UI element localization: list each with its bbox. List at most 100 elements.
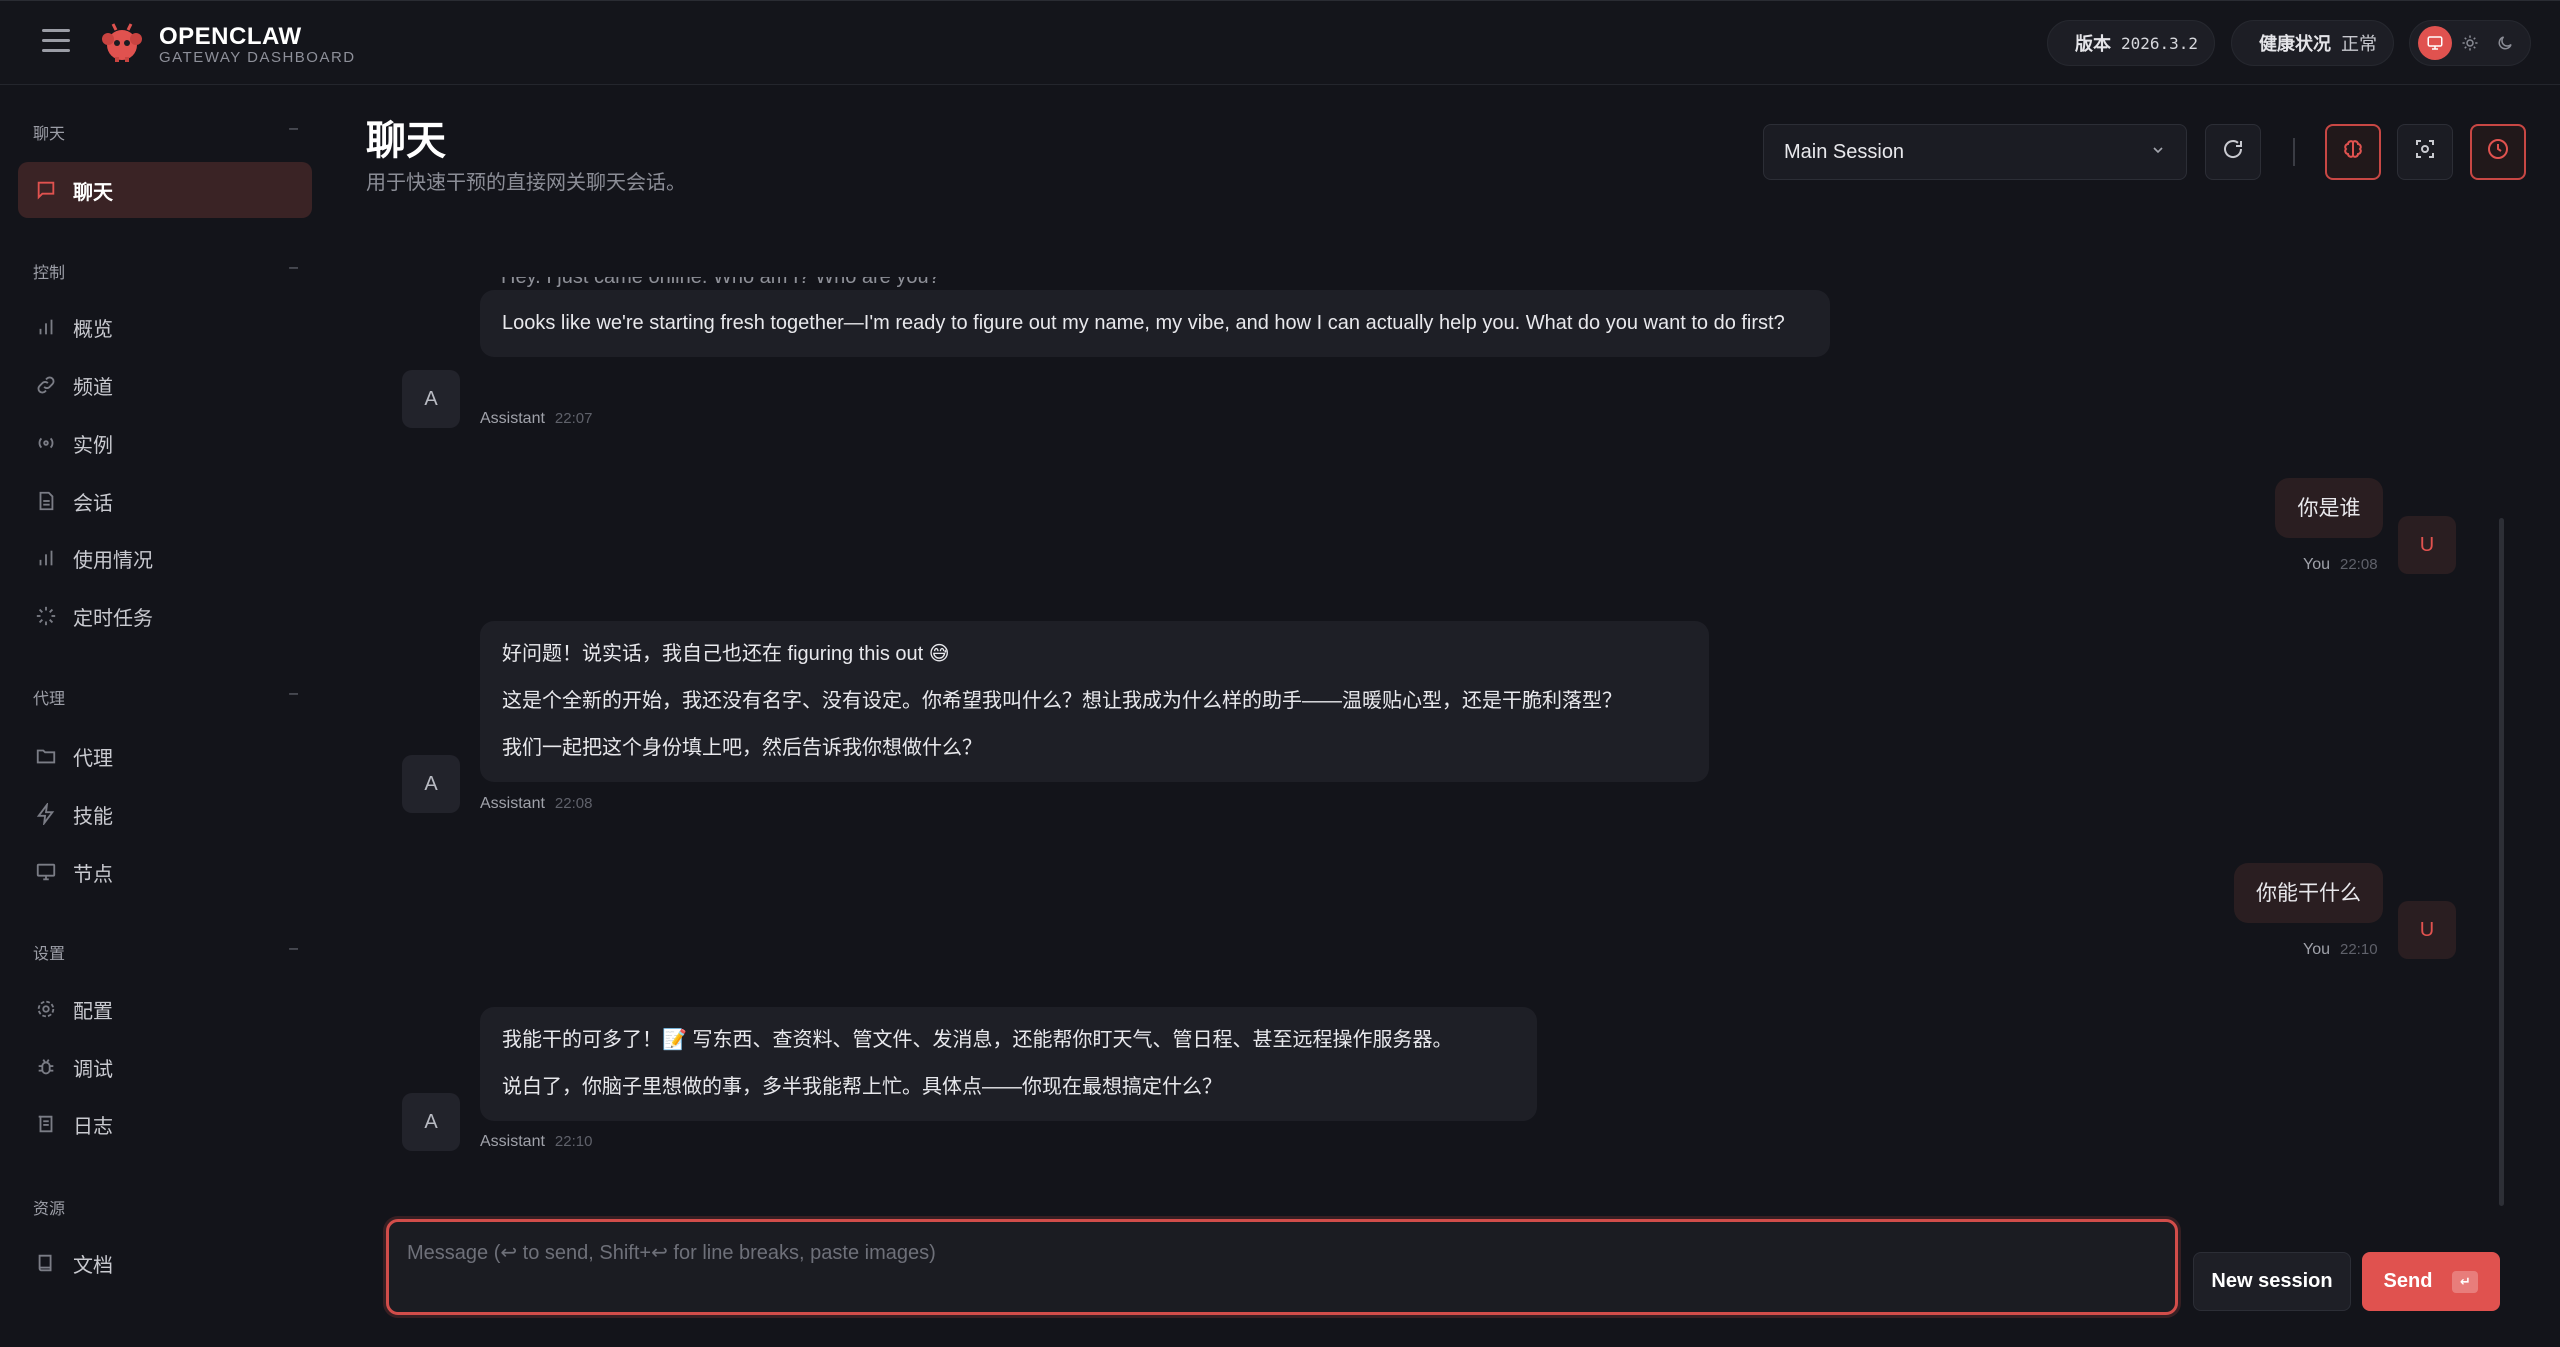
partial-message-text: Hey. I just came online. Who am I? Who a…: [501, 277, 940, 288]
message-paragraph: 我们一起把这个身份填上吧，然后告诉我你想做什么？: [502, 737, 982, 759]
zap-icon: [35, 803, 57, 825]
sidebar-item-cron[interactable]: 定时任务: [18, 588, 312, 644]
refresh-icon: [2221, 137, 2245, 167]
assistant-avatar: A: [402, 755, 460, 813]
version-value: 2026.3.2: [2121, 33, 2199, 53]
send-button[interactable]: Send ↵: [2362, 1252, 2500, 1311]
sidebar-item-usage[interactable]: 使用情况: [18, 530, 312, 586]
monitor-icon: [35, 861, 57, 883]
bug-icon: [35, 1056, 57, 1078]
folder-icon: [35, 745, 57, 767]
message-paragraph: 好问题！说实话，我自己也还在 figuring this out 😅: [502, 643, 950, 665]
sidebar-item-label: 技能: [73, 805, 113, 828]
sidebar-item-agents[interactable]: 代理: [18, 728, 312, 784]
sidebar-item-chat[interactable]: 聊天: [18, 162, 312, 218]
session-select-value: Main Session: [1784, 140, 1905, 163]
partial-user-message: Hey. I just came online. Who am I? Who a…: [501, 277, 940, 291]
sidebar-item-label: 文档: [73, 1254, 113, 1277]
sidebar-item-nodes[interactable]: 节点: [18, 844, 312, 900]
sidebar-item-instances[interactable]: 实例: [18, 415, 312, 471]
message-time: 22:10: [554, 1133, 593, 1150]
message-composer: [386, 1219, 2178, 1315]
sidebar-item-skills[interactable]: 技能: [18, 786, 312, 842]
toolbar-divider: [2293, 138, 2295, 166]
file-icon: [35, 490, 57, 512]
refresh-button[interactable]: [2205, 124, 2261, 180]
sidebar-section-resources: 资源: [33, 1195, 298, 1219]
collapse-icon[interactable]: –: [289, 259, 298, 283]
bar-chart-icon: [35, 316, 57, 338]
app-title: OPENCLAW: [159, 23, 302, 50]
focus-mode-button[interactable]: [2397, 124, 2453, 180]
loader-icon: [35, 605, 57, 627]
message-paragraph: Looks like we're starting fresh together…: [502, 312, 1785, 334]
sidebar-item-label: 频道: [73, 376, 113, 399]
sidebar-item-overview[interactable]: 概览: [18, 299, 312, 355]
page-subtitle: 用于快速干预的直接网关聊天会话。: [366, 172, 686, 194]
sidebar-item-debug[interactable]: 调试: [18, 1039, 312, 1095]
section-title: 资源: [33, 1201, 66, 1218]
sidebar-item-logs[interactable]: 日志: [18, 1096, 312, 1152]
message-sender: Assistant: [480, 1133, 545, 1150]
message-meta: You 22:08: [2303, 556, 2378, 574]
collapse-icon[interactable]: –: [289, 120, 298, 144]
menu-icon[interactable]: [42, 29, 70, 55]
sidebar-section-chat[interactable]: 聊天 –: [33, 120, 298, 144]
section-title: 控制: [33, 265, 66, 282]
collapse-icon[interactable]: –: [289, 940, 298, 964]
message-sender: Assistant: [480, 410, 545, 427]
sidebar-item-label: 节点: [73, 863, 113, 886]
moon-icon[interactable]: [2488, 26, 2522, 60]
section-title: 聊天: [33, 126, 66, 143]
sidebar-item-label: 概览: [73, 318, 113, 341]
scroll-icon: [35, 1113, 57, 1135]
new-session-button[interactable]: New session: [2193, 1252, 2351, 1311]
message-time: 22:08: [2340, 556, 2378, 573]
message-meta: Assistant 22:07: [480, 410, 592, 428]
message-time: 22:10: [2340, 941, 2378, 958]
user-avatar: U: [2398, 516, 2456, 574]
sidebar-item-config[interactable]: 配置: [18, 981, 312, 1037]
send-label: Send: [2383, 1270, 2433, 1292]
assistant-avatar: A: [402, 370, 460, 428]
session-select[interactable]: Main Session: [1763, 124, 2187, 180]
section-title: 设置: [33, 946, 66, 963]
bar-chart-icon: [35, 547, 57, 569]
sun-icon[interactable]: [2453, 26, 2487, 60]
message-input[interactable]: [389, 1222, 2175, 1312]
user-message: 你能干什么: [2234, 863, 2383, 923]
collapse-icon[interactable]: –: [289, 685, 298, 709]
sidebar-item-label: 日志: [73, 1115, 113, 1138]
message-meta: Assistant 22:10: [480, 1133, 592, 1151]
message-paragraph: 说白了，你脑子里想做的事，多半我能帮上忙。具体点——你现在最想搞定什么？: [502, 1076, 1222, 1098]
message-meta: Assistant 22:08: [480, 795, 592, 813]
version-label: 版本: [2075, 34, 2111, 54]
top-bar: OPENCLAW GATEWAY DASHBOARD 版本 2026.3.2 健…: [0, 0, 2560, 85]
sidebar-item-label: 配置: [73, 1000, 113, 1023]
app-subtitle: GATEWAY DASHBOARD: [159, 49, 356, 66]
sidebar-item-label: 实例: [73, 434, 113, 457]
health-value: 正常: [2341, 34, 2377, 54]
user-message: 你是谁: [2275, 478, 2383, 538]
page-title: 聊天: [366, 119, 446, 163]
chat-scrollbar[interactable]: [2499, 518, 2504, 1206]
sidebar-section-agents[interactable]: 代理 –: [33, 685, 298, 709]
history-button[interactable]: [2470, 124, 2526, 180]
sidebar-item-label: 调试: [73, 1058, 113, 1081]
chevron-down-icon: [2150, 142, 2166, 163]
sidebar-item-label: 会话: [73, 492, 113, 515]
sidebar-item-label: 代理: [73, 747, 113, 770]
version-badge: 版本 2026.3.2: [2047, 20, 2215, 66]
book-icon: [35, 1252, 57, 1274]
thinking-toggle-button[interactable]: [2325, 124, 2381, 180]
sidebar-item-sessions[interactable]: 会话: [18, 473, 312, 529]
sidebar-item-label: 聊天: [73, 181, 113, 204]
sidebar-item-channels[interactable]: 频道: [18, 357, 312, 413]
sidebar-section-settings[interactable]: 设置 –: [33, 940, 298, 964]
sidebar-item-docs[interactable]: 文档: [18, 1235, 312, 1291]
monitor-theme-icon[interactable]: [2418, 26, 2452, 60]
section-title: 代理: [33, 691, 66, 708]
message-icon: [35, 179, 57, 201]
message-paragraph: 我能干的可多了！📝 写东西、查资料、管文件、发消息，还能帮你盯天气、管日程、甚至…: [502, 1029, 1453, 1051]
sidebar-section-control[interactable]: 控制 –: [33, 259, 298, 283]
